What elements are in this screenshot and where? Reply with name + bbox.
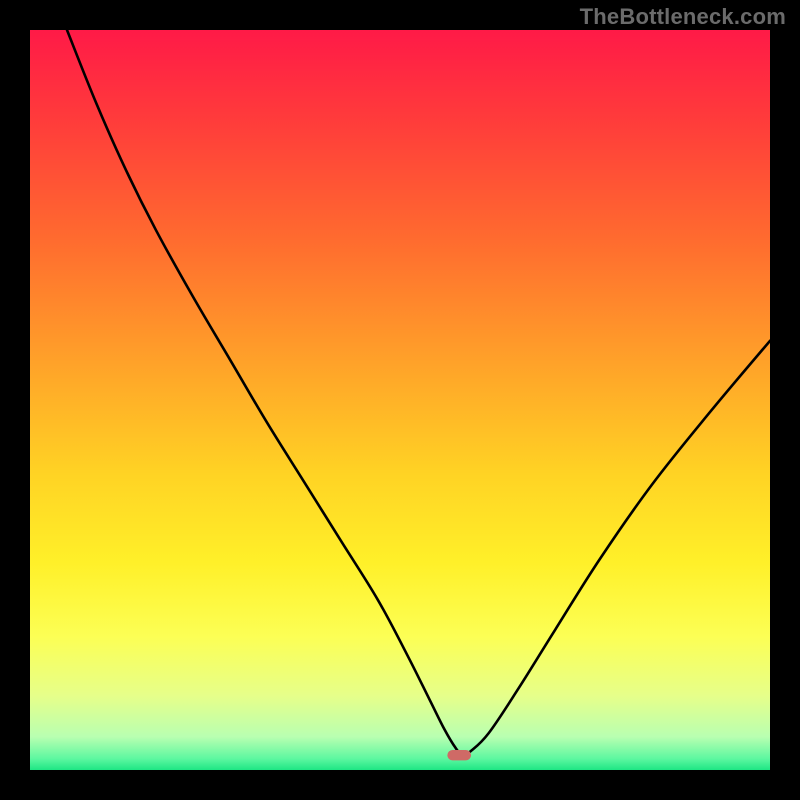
chart-frame: TheBottleneck.com [0, 0, 800, 800]
plot-svg [30, 30, 770, 770]
watermark-text: TheBottleneck.com [580, 4, 786, 30]
optimal-point-marker [447, 750, 471, 760]
plot-area [30, 30, 770, 770]
gradient-background [30, 30, 770, 770]
